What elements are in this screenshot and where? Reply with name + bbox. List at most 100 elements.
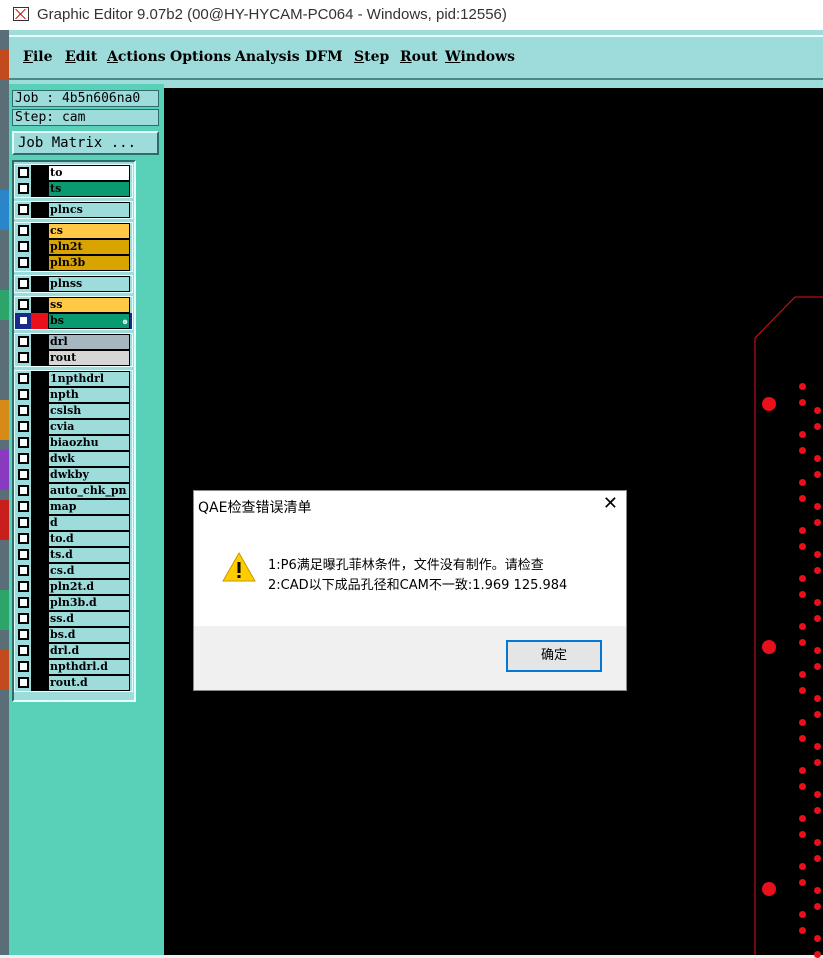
layer-checkbox[interactable] — [18, 629, 29, 640]
layer-row[interactable]: dwk — [15, 451, 132, 467]
layer-name[interactable]: cslsh — [48, 403, 130, 419]
layer-name[interactable]: biaozhu — [48, 435, 130, 451]
layer-checkbox[interactable] — [18, 373, 29, 384]
layer-row[interactable]: map — [15, 499, 132, 515]
layer-checkbox[interactable] — [18, 225, 29, 236]
layer-name[interactable]: auto_chk_pn — [48, 483, 130, 499]
layer-checkbox[interactable] — [18, 405, 29, 416]
layer-checkbox[interactable] — [18, 453, 29, 464]
layer-checkbox[interactable] — [18, 257, 29, 268]
layer-row[interactable]: ss.d — [15, 611, 132, 627]
ok-button[interactable]: 确定 — [506, 640, 602, 672]
layer-name[interactable]: plnss — [48, 276, 130, 292]
layer-name[interactable]: rout.d — [48, 675, 130, 691]
menu-file[interactable]: File — [23, 49, 53, 65]
layer-checkbox[interactable] — [18, 389, 29, 400]
layer-row[interactable]: ts.d — [15, 547, 132, 563]
layer-checkbox[interactable] — [18, 549, 29, 560]
layer-row[interactable]: 1npthdrl — [15, 371, 132, 387]
layer-row[interactable]: pln2t — [15, 239, 132, 255]
layer-row[interactable]: rout.d — [15, 675, 132, 691]
layer-display-swatch[interactable] — [31, 435, 48, 451]
menu-edit[interactable]: Edit — [65, 49, 97, 65]
layer-name[interactable]: pln2t.d — [48, 579, 130, 595]
layer-display-swatch[interactable] — [31, 515, 48, 531]
layer-display-swatch[interactable] — [31, 165, 48, 181]
layer-display-swatch[interactable] — [31, 451, 48, 467]
menu-analysis[interactable]: Analysis — [235, 49, 300, 65]
layer-checkbox[interactable] — [18, 661, 29, 672]
layer-row[interactable]: ss — [15, 297, 132, 313]
layer-row[interactable]: drl — [15, 334, 132, 350]
layer-row[interactable]: pln3b — [15, 255, 132, 271]
layer-name[interactable]: dwkby — [48, 467, 130, 483]
layer-checkbox[interactable] — [18, 517, 29, 528]
layer-display-swatch[interactable] — [31, 483, 48, 499]
layer-checkbox[interactable] — [18, 645, 29, 656]
layer-row[interactable]: plnss — [15, 276, 132, 292]
menu-actions[interactable]: Actions — [107, 49, 166, 65]
layer-name[interactable]: pln3b — [48, 255, 130, 271]
layer-checkbox[interactable] — [18, 241, 29, 252]
layer-name[interactable]: to — [48, 165, 130, 181]
layer-row[interactable]: plncs — [15, 202, 132, 218]
layer-checkbox[interactable] — [18, 485, 29, 496]
job-matrix-button[interactable]: Job Matrix ... — [12, 131, 159, 155]
layer-display-swatch[interactable] — [31, 202, 48, 218]
layer-display-swatch[interactable] — [31, 255, 48, 271]
layer-display-swatch[interactable] — [31, 419, 48, 435]
layer-display-swatch[interactable] — [31, 334, 48, 350]
layer-display-swatch[interactable] — [31, 371, 48, 387]
layer-row[interactable]: ts — [15, 181, 132, 197]
layer-display-swatch[interactable] — [31, 350, 48, 366]
layer-display-swatch[interactable] — [31, 643, 48, 659]
layer-checkbox[interactable] — [18, 469, 29, 480]
layer-display-swatch[interactable] — [31, 297, 48, 313]
layer-name[interactable]: dwk — [48, 451, 130, 467]
layer-name[interactable]: npth — [48, 387, 130, 403]
layer-name[interactable]: bs.d — [48, 627, 130, 643]
layer-name[interactable]: drl — [48, 334, 130, 350]
layer-display-swatch[interactable] — [31, 611, 48, 627]
close-icon[interactable]: ✕ — [603, 493, 618, 514]
layer-name[interactable]: cs — [48, 223, 130, 239]
layer-display-swatch[interactable] — [31, 467, 48, 483]
layer-row[interactable]: pln2t.d — [15, 579, 132, 595]
layer-name[interactable]: rout — [48, 350, 130, 366]
layer-row[interactable]: cvia — [15, 419, 132, 435]
layer-checkbox[interactable] — [18, 315, 29, 326]
layer-name[interactable]: ts.d — [48, 547, 130, 563]
layer-display-swatch[interactable] — [31, 499, 48, 515]
layer-name[interactable]: cs.d — [48, 563, 130, 579]
layer-row[interactable]: to.d — [15, 531, 132, 547]
layer-checkbox[interactable] — [18, 167, 29, 178]
layer-name[interactable]: bs ⊕ — [48, 313, 130, 329]
layer-name[interactable]: 1npthdrl — [48, 371, 130, 387]
layer-name[interactable]: to.d — [48, 531, 130, 547]
layer-checkbox[interactable] — [18, 533, 29, 544]
layer-checkbox[interactable] — [18, 204, 29, 215]
layer-name[interactable]: plncs — [48, 202, 130, 218]
layer-row[interactable]: npth — [15, 387, 132, 403]
layer-display-swatch[interactable] — [31, 387, 48, 403]
layer-checkbox[interactable] — [18, 421, 29, 432]
layer-row[interactable]: d — [15, 515, 132, 531]
layer-checkbox[interactable] — [18, 581, 29, 592]
menu-step[interactable]: Step — [354, 49, 389, 65]
layer-display-swatch[interactable] — [31, 239, 48, 255]
menu-dfm[interactable]: DFM — [305, 49, 343, 65]
layer-row[interactable]: drl.d — [15, 643, 132, 659]
layer-checkbox[interactable] — [18, 299, 29, 310]
layer-display-swatch[interactable] — [31, 627, 48, 643]
layer-checkbox[interactable] — [18, 501, 29, 512]
layer-name[interactable]: pln2t — [48, 239, 130, 255]
layer-row[interactable]: biaozhu — [15, 435, 132, 451]
menu-windows[interactable]: Windows — [445, 49, 515, 65]
layer-display-swatch[interactable] — [31, 223, 48, 239]
layer-name[interactable]: npthdrl.d — [48, 659, 130, 675]
layer-checkbox[interactable] — [18, 336, 29, 347]
layer-name[interactable]: d — [48, 515, 130, 531]
menu-options[interactable]: Options — [170, 49, 231, 65]
layer-row[interactable]: bs.d — [15, 627, 132, 643]
layer-checkbox[interactable] — [18, 183, 29, 194]
